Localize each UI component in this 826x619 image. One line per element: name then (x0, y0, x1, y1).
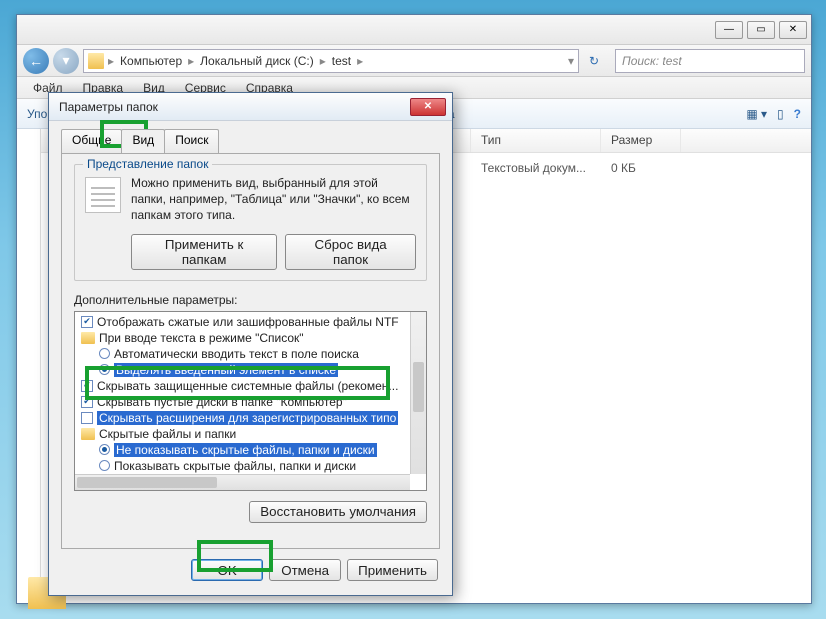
chevron-right-icon: ▸ (357, 54, 363, 68)
breadcrumb-item[interactable]: Компьютер (118, 54, 184, 68)
tab-strip: Общие Вид Поиск (61, 129, 440, 153)
tree-item-label: Показывать скрытые файлы, папки и диски (114, 459, 356, 473)
minimize-button[interactable]: — (715, 21, 743, 39)
breadcrumb-item[interactable]: test (330, 54, 353, 68)
checkbox-icon[interactable] (81, 412, 93, 424)
tree-item-label: Скрывать пустые диски в папке "Компьютер… (97, 395, 347, 409)
advanced-settings-tree[interactable]: ✔ Отображать сжатые или зашифрованные фай… (74, 311, 427, 491)
tree-item[interactable]: Скрытые файлы и папки (77, 426, 424, 442)
tree-item[interactable]: Показывать скрытые файлы, папки и диски (77, 458, 424, 474)
checkbox-icon[interactable]: ✔ (81, 396, 93, 408)
dialog-titlebar: Параметры папок ✕ (49, 93, 452, 121)
apply-to-folders-button[interactable]: Применить к папкам (131, 234, 277, 270)
tab-search[interactable]: Поиск (164, 129, 219, 153)
preview-pane-button[interactable]: ▯ (777, 107, 784, 121)
breadcrumb[interactable]: ▸ Компьютер ▸ Локальный диск (C:) ▸ test… (83, 49, 579, 73)
tree-item[interactable]: ✔ Скрывать защищенные системные файлы (ре… (77, 378, 424, 394)
group-text: Можно применить вид, выбранный для этой … (131, 175, 416, 224)
checkbox-icon[interactable]: ✔ (81, 316, 93, 328)
chevron-right-icon: ▸ (188, 54, 194, 68)
view-mode-button[interactable]: ▦ ▾ (746, 107, 767, 121)
tab-content: Представление папок Можно применить вид,… (61, 153, 440, 549)
cancel-button[interactable]: Отмена (269, 559, 341, 581)
folder-icon (88, 53, 104, 69)
folder-options-dialog: Параметры папок ✕ Общие Вид Поиск Предст… (48, 92, 453, 596)
folder-views-group: Представление папок Можно применить вид,… (74, 164, 427, 281)
tree-item[interactable]: Выделять введенный элемент в списке (77, 362, 424, 378)
tree-item[interactable]: ✔ Скрывать пустые диски в папке "Компьюте… (77, 394, 424, 410)
sidebar (17, 129, 41, 603)
tree-item-label: Скрывать расширения для зарегистрированн… (97, 411, 398, 425)
close-button[interactable]: ✕ (779, 21, 807, 39)
horizontal-scrollbar[interactable] (75, 474, 410, 490)
forward-button[interactable]: ▾ (53, 48, 79, 74)
radio-icon[interactable] (99, 364, 110, 375)
tree-item[interactable]: Не показывать скрытые файлы, папки и дис… (77, 442, 424, 458)
col-type[interactable]: Тип (471, 129, 601, 152)
back-button[interactable]: ← (23, 48, 49, 74)
col-size[interactable]: Размер (601, 129, 681, 152)
search-input[interactable]: Поиск: test (615, 49, 805, 73)
file-type: Текстовый докум... (471, 157, 601, 179)
nav-row: ← ▾ ▸ Компьютер ▸ Локальный диск (C:) ▸ … (17, 45, 811, 77)
tab-general[interactable]: Общие (61, 129, 122, 153)
ok-button[interactable]: OK (191, 559, 263, 581)
breadcrumb-item[interactable]: Локальный диск (C:) (198, 54, 316, 68)
dialog-title: Параметры папок (59, 100, 158, 114)
help-button[interactable]: ? (794, 107, 801, 121)
radio-icon[interactable] (99, 348, 110, 359)
radio-icon[interactable] (99, 444, 110, 455)
group-title: Представление папок (83, 157, 212, 171)
chevron-right-icon: ▸ (108, 54, 114, 68)
tree-item[interactable]: Скрывать расширения для зарегистрированн… (77, 410, 424, 426)
explorer-titlebar: — ▭ ✕ (17, 15, 811, 45)
checkbox-icon[interactable]: ✔ (81, 380, 93, 392)
maximize-button[interactable]: ▭ (747, 21, 775, 39)
folder-icon (81, 332, 95, 344)
tree-item-label: При вводе текста в режиме "Список" (99, 331, 304, 345)
file-size: 0 КБ (601, 157, 681, 179)
advanced-settings-label: Дополнительные параметры: (74, 293, 427, 307)
folder-view-icon (85, 177, 121, 213)
tree-item-label: Скрытые файлы и папки (99, 427, 236, 441)
folder-icon (81, 428, 95, 440)
tree-item[interactable]: ✔ Отображать сжатые или зашифрованные фай… (77, 314, 424, 330)
tab-view[interactable]: Вид (121, 129, 165, 153)
dialog-footer: OK Отмена Применить (61, 549, 440, 583)
refresh-button[interactable]: ↻ (583, 50, 605, 72)
reset-folders-button[interactable]: Сброс вида папок (285, 234, 416, 270)
apply-button[interactable]: Применить (347, 559, 438, 581)
tree-item-label: Скрывать защищенные системные файлы (рек… (97, 379, 398, 393)
tree-item-label: Выделять введенный элемент в списке (114, 363, 338, 377)
dropdown-icon[interactable]: ▾ (568, 54, 574, 68)
vertical-scrollbar[interactable] (410, 312, 426, 474)
tree-item[interactable]: При вводе текста в режиме "Список" (77, 330, 424, 346)
chevron-right-icon: ▸ (320, 54, 326, 68)
tree-item-label: Не показывать скрытые файлы, папки и дис… (114, 443, 377, 457)
tree-item[interactable]: Автоматически вводить текст в поле поиск… (77, 346, 424, 362)
dialog-close-button[interactable]: ✕ (410, 98, 446, 116)
radio-icon[interactable] (99, 460, 110, 471)
tree-item-label: Отображать сжатые или зашифрованные файл… (97, 315, 399, 329)
restore-defaults-button[interactable]: Восстановить умолчания (249, 501, 427, 523)
tree-item-label: Автоматически вводить текст в поле поиск… (114, 347, 359, 361)
